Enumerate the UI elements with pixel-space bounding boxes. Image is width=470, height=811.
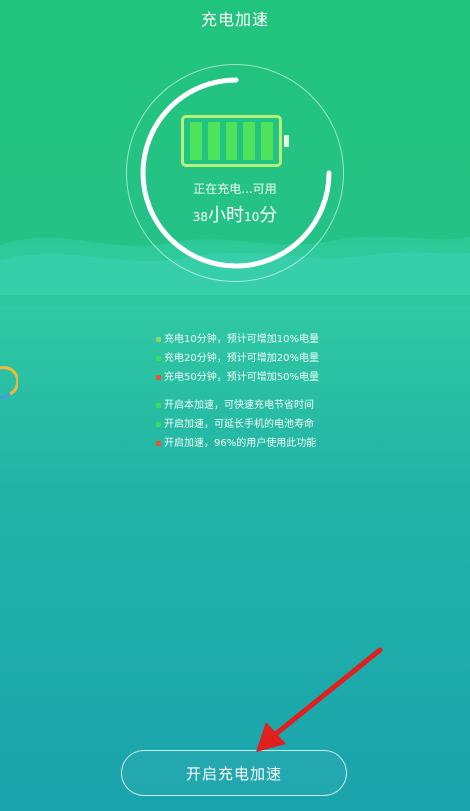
start-boost-label: 开启充电加速 — [185, 764, 282, 783]
minutes-value: 10 — [244, 210, 260, 224]
battery-icon — [181, 115, 282, 167]
remaining-time: 38小时10分 — [0, 201, 470, 227]
tip-bullet-icon — [156, 441, 161, 446]
tip-text: 充电10分钟，预计可增加10%电量 — [164, 334, 319, 345]
tip-bullet-icon — [156, 422, 161, 427]
battery-cell — [261, 122, 273, 160]
tip-item: 充电10分钟，预计可增加10%电量 — [156, 330, 319, 349]
tip-text: 开启加速，可延长手机的电池寿命 — [164, 419, 314, 430]
battery-cell — [190, 122, 202, 160]
battery-cell — [207, 122, 220, 160]
battery-cell — [243, 122, 256, 160]
tip-item: 开启加速，可延长手机的电池寿命 — [156, 415, 319, 434]
tip-text: 开启本加速，可快速充电节省时间 — [164, 400, 314, 411]
tip-item: 开启本加速，可快速充电节省时间 — [156, 396, 319, 415]
minutes-unit: 分 — [259, 205, 278, 226]
hours-value: 38 — [192, 210, 208, 224]
charging-status: 正在充电...可用 — [193, 182, 277, 196]
header-bar: 充电加速 — [0, 0, 470, 36]
tip-bullet-icon — [156, 403, 161, 408]
tip-item: 充电50分钟，预计可增加50%电量 — [156, 368, 319, 387]
tips-list: 充电10分钟，预计可增加10%电量 充电20分钟，预计可增加20%电量 充电50… — [156, 330, 319, 453]
battery-cell — [225, 122, 238, 160]
tip-item: 开启加速，96%的用户使用此功能 — [156, 434, 319, 453]
floating-ball-icon[interactable] — [0, 364, 18, 400]
charge-progress-ring — [140, 77, 332, 269]
tip-text: 充电20分钟，预计可增加20%电量 — [164, 353, 319, 364]
tip-bullet-icon — [156, 375, 161, 380]
tip-bullet-icon — [156, 356, 161, 361]
battery-terminal — [284, 135, 289, 147]
page-title: 充电加速 — [200, 10, 269, 29]
tip-text: 充电50分钟，预计可增加50%电量 — [164, 372, 319, 383]
tip-text: 开启加速，96%的用户使用此功能 — [164, 438, 317, 449]
tip-bullet-icon — [156, 337, 161, 342]
hours-unit: 小时 — [208, 205, 244, 226]
start-boost-button[interactable]: 开启充电加速 — [121, 750, 347, 796]
tip-item: 充电20分钟，预计可增加20%电量 — [156, 349, 319, 368]
